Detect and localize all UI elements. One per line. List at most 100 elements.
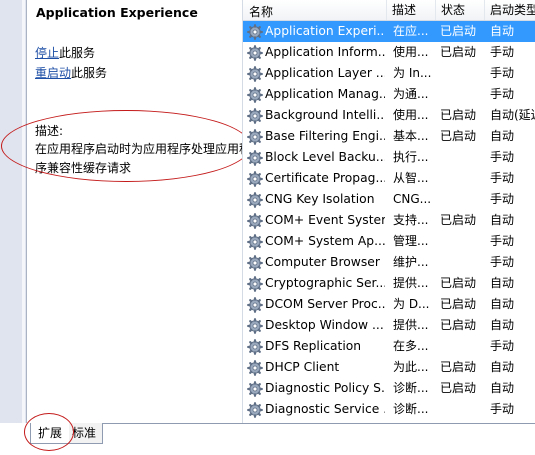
service-row[interactable]: DHCP Client 为此... 已启动 自动	[243, 357, 535, 378]
service-row[interactable]: Certificate Propag... 从智... 手动	[243, 168, 535, 189]
column-header-status[interactable]: 状态	[435, 0, 465, 20]
service-description: 诊断...	[393, 381, 429, 395]
service-name: Computer Browser	[265, 255, 380, 269]
service-name: DFS Replication	[265, 339, 362, 353]
service-startup-type: 手动	[490, 255, 515, 269]
service-name: Application Experi...	[265, 24, 385, 38]
left-border	[0, 0, 27, 455]
gear-icon	[247, 192, 263, 208]
service-row[interactable]: DFS Replication 在多... 手动	[243, 336, 535, 357]
service-startup-type: 手动	[490, 192, 515, 206]
service-row[interactable]: Block Level Backu... 执行... 手动	[243, 147, 535, 168]
service-row[interactable]: Desktop Window ... 提供... 已启动 自动	[243, 315, 535, 336]
tab-extended[interactable]: 扩展	[30, 423, 69, 444]
tab-standard[interactable]: 标准	[66, 423, 103, 444]
service-description: 维护...	[393, 255, 429, 269]
stop-service-suffix: 此服务	[59, 46, 96, 60]
service-row[interactable]: Cryptographic Ser... 提供... 已启动 自动	[243, 273, 535, 294]
description-label: 描述:	[35, 124, 64, 138]
gear-icon	[247, 318, 263, 334]
service-name: Diagnostic Service ...	[265, 402, 385, 416]
gear-icon	[247, 360, 263, 376]
service-name: Application Layer ...	[265, 66, 385, 80]
service-startup-type: 自动	[490, 24, 515, 38]
service-startup-type: 自动	[490, 318, 515, 332]
service-startup-type: 手动	[490, 87, 515, 101]
restart-service-line: 重启动此服务	[35, 64, 107, 81]
service-row[interactable]: DCOM Server Proc... 为 D... 已启动 自动	[243, 294, 535, 315]
service-status: 已启动	[440, 129, 477, 143]
service-startup-type: 自动	[490, 129, 515, 143]
services-list[interactable]: 名称 描述 状态 启动类型 Application Experi... 在应...…	[242, 0, 535, 423]
service-name: CNG Key Isolation	[265, 192, 375, 206]
service-row[interactable]: Computer Browser 维护... 手动	[243, 252, 535, 273]
service-status: 已启动	[440, 108, 477, 122]
service-name: COM+ Event System	[265, 213, 385, 227]
service-name: COM+ System Ap...	[265, 234, 385, 248]
service-description: 提供...	[393, 318, 429, 332]
list-header: 名称 描述 状态 启动类型	[243, 0, 535, 21]
service-name: DCOM Server Proc...	[265, 297, 385, 311]
service-description: 为此...	[393, 360, 429, 374]
service-status: 已启动	[440, 45, 477, 59]
service-status: 已启动	[440, 213, 477, 227]
restart-service-suffix: 此服务	[71, 66, 108, 80]
service-description: 为通...	[393, 87, 429, 101]
service-row[interactable]: Application Experi... 在应... 已启动 自动	[243, 21, 535, 42]
stop-service-link[interactable]: 停止	[35, 46, 59, 60]
service-name: Background Intelli...	[265, 108, 385, 122]
service-description: 管理...	[393, 234, 429, 248]
service-description: 使用...	[393, 108, 429, 122]
service-row[interactable]: Application Layer ... 为 In... 手动	[243, 63, 535, 84]
service-rows: Application Experi... 在应... 已启动 自动 Applicati…	[243, 21, 535, 420]
gear-icon	[247, 45, 263, 61]
service-row[interactable]: Diagnostic Service ... 诊断... 手动	[243, 399, 535, 420]
service-description: 为 In...	[393, 66, 432, 80]
service-name: Certificate Propag...	[265, 171, 385, 185]
gear-icon	[247, 297, 263, 313]
service-status: 已启动	[440, 318, 477, 332]
gear-icon	[247, 255, 263, 271]
stop-service-line: 停止此服务	[35, 44, 95, 61]
service-status: 已启动	[440, 297, 477, 311]
restart-service-link[interactable]: 重启动	[35, 66, 71, 80]
service-row[interactable]: Base Filtering Engi... 基本... 已启动 自动	[243, 126, 535, 147]
service-row[interactable]: Diagnostic Policy S... 诊断... 已启动 自动	[243, 378, 535, 399]
service-startup-type: 手动	[490, 234, 515, 248]
gear-icon	[247, 66, 263, 82]
column-header-startup-type[interactable]: 启动类型	[484, 0, 535, 20]
service-startup-type: 自动	[490, 276, 515, 290]
service-startup-type: 手动	[490, 45, 515, 59]
service-description: 在多...	[393, 339, 429, 353]
service-row[interactable]: Background Intelli... 使用... 已启动自动(延迟	[243, 105, 535, 126]
service-row[interactable]: COM+ System Ap... 管理... 手动	[243, 231, 535, 252]
service-description: 基本...	[393, 129, 429, 143]
gear-icon	[247, 213, 263, 229]
gear-icon	[247, 381, 263, 397]
service-name: Cryptographic Ser...	[265, 276, 385, 290]
service-startup-type: 自动	[490, 360, 515, 374]
service-row[interactable]: Application Inform... 使用... 已启动 手动	[243, 42, 535, 63]
extended-description-pane: Application Experience 停止此服务 重启动此服务 描述: …	[27, 0, 251, 423]
service-row[interactable]: CNG Key Isolation CNG... 手动	[243, 189, 535, 210]
service-startup-type: 手动	[490, 402, 515, 416]
column-header-name[interactable]: 名称	[249, 3, 273, 20]
gear-icon	[247, 24, 263, 40]
service-status: 已启动	[440, 360, 477, 374]
service-name: Application Inform...	[265, 45, 385, 59]
column-header-description[interactable]: 描述	[386, 0, 416, 20]
service-description: 提供...	[393, 276, 429, 290]
service-description: 从智...	[393, 171, 429, 185]
gear-icon	[247, 234, 263, 250]
gear-icon	[247, 339, 263, 355]
service-description: 在应...	[393, 24, 429, 38]
gear-icon	[247, 276, 263, 292]
gear-icon	[247, 108, 263, 124]
service-row[interactable]: COM+ Event System 支持... 已启动 自动	[243, 210, 535, 231]
service-startup-type: 手动	[490, 150, 515, 164]
service-status: 已启动	[440, 381, 477, 395]
service-description: 使用...	[393, 45, 429, 59]
service-description: 支持...	[393, 213, 429, 227]
service-startup-type: 手动	[490, 171, 515, 185]
service-row[interactable]: Application Manag... 为通... 手动	[243, 84, 535, 105]
